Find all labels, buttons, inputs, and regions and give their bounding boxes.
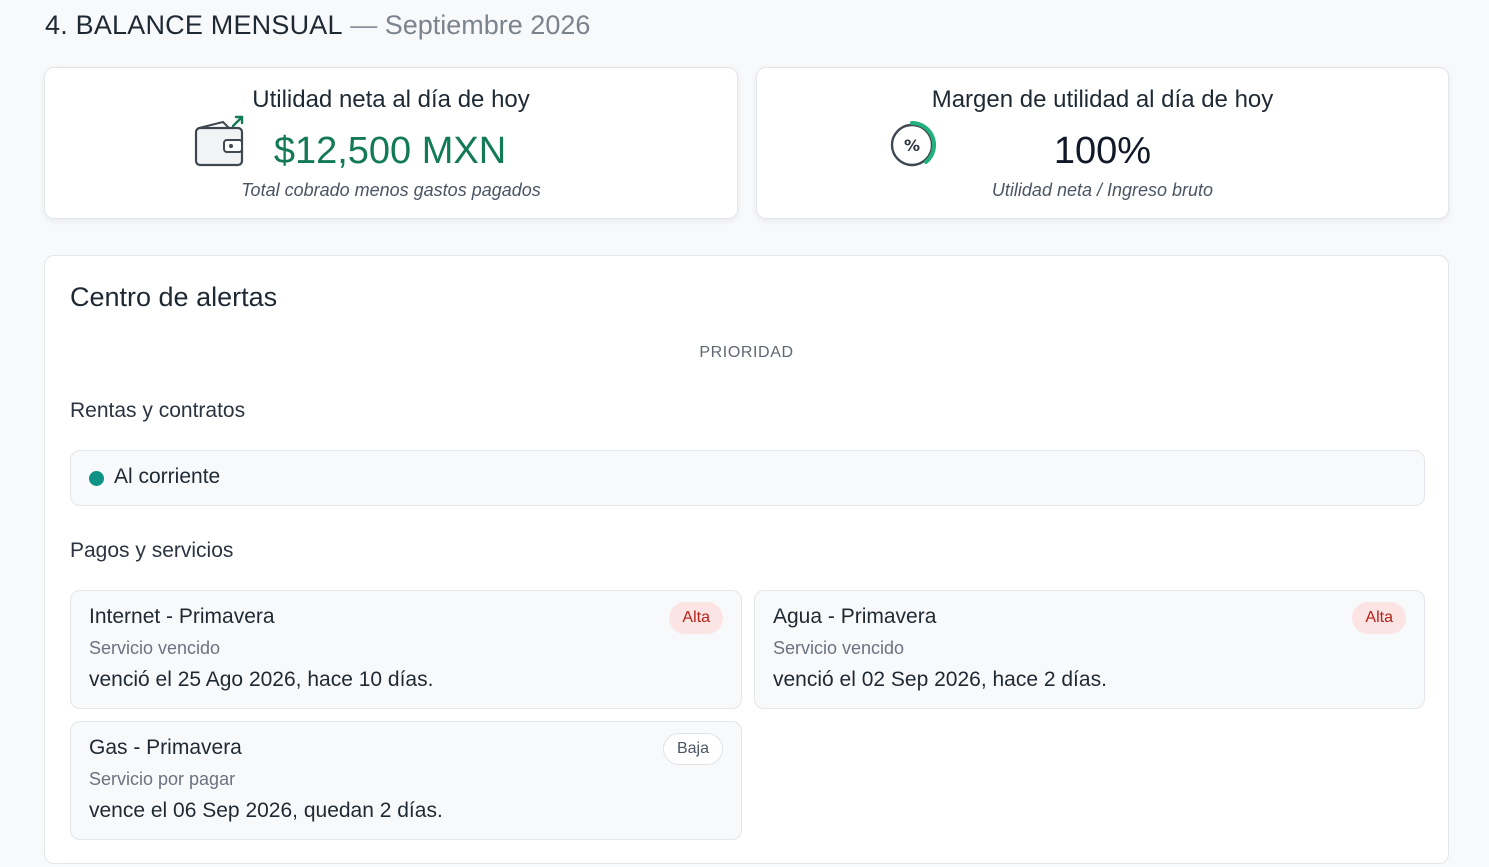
margin-value: 100% [1053, 130, 1152, 172]
alert-title: Gas - Primavera [89, 736, 242, 759]
priority-badge: Alta [669, 602, 723, 634]
alert-card-agua[interactable]: Agua - Primavera Servicio vencido venció… [754, 590, 1425, 709]
section-heading: 4. BALANCE MENSUAL [45, 10, 343, 40]
net-profit-card: Utilidad neta al día de hoy $12,500 MXN … [44, 67, 738, 219]
alert-status: Servicio vencido [89, 638, 221, 658]
page-title: 4. BALANCE MENSUAL — Septiembre 2026 [45, 8, 590, 42]
alert-detail: venció el 02 Sep 2026, hace 2 días. [773, 668, 1107, 691]
alerts-title: Centro de alertas [70, 282, 278, 312]
net-profit-value: $12,500 MXN [273, 130, 507, 172]
margin-subtitle: Utilidad neta / Ingreso bruto [991, 180, 1214, 200]
alert-status: Servicio vencido [773, 638, 905, 658]
net-profit-title: Utilidad neta al día de hoy [252, 86, 530, 113]
priority-badge: Alta [1352, 602, 1406, 634]
margin-title: Margen de utilidad al día de hoy [931, 86, 1274, 113]
pagos-section-title: Pagos y servicios [70, 539, 234, 562]
alert-title: Internet - Primavera [89, 605, 275, 628]
alert-title: Agua - Primavera [773, 605, 937, 628]
alert-status: Servicio por pagar [89, 769, 236, 789]
alert-detail: vence el 06 Sep 2026, quedan 2 días. [89, 799, 443, 822]
rentas-section-title: Rentas y contratos [70, 399, 246, 422]
rentas-status-text: Al corriente [114, 465, 221, 488]
priority-label: PRIORIDAD [699, 344, 794, 361]
period-label: Septiembre 2026 [384, 10, 591, 40]
title-separator: — [350, 10, 378, 40]
priority-badge: Baja [662, 733, 723, 765]
rentas-status: Al corriente [70, 450, 1425, 506]
net-profit-subtitle: Total cobrado menos gastos pagados [241, 180, 541, 200]
status-dot-icon [89, 471, 104, 486]
alert-detail: venció el 25 Ago 2026, hace 10 días. [89, 668, 434, 691]
margin-card: % Margen de utilidad al día de hoy 100% … [756, 67, 1449, 219]
alerts-panel: Centro de alertas PRIORIDAD Rentas y con… [44, 255, 1449, 864]
alert-card-gas[interactable]: Gas - Primavera Servicio por pagar vence… [70, 721, 742, 840]
alert-card-internet[interactable]: Internet - Primavera Servicio vencido ve… [70, 590, 742, 709]
